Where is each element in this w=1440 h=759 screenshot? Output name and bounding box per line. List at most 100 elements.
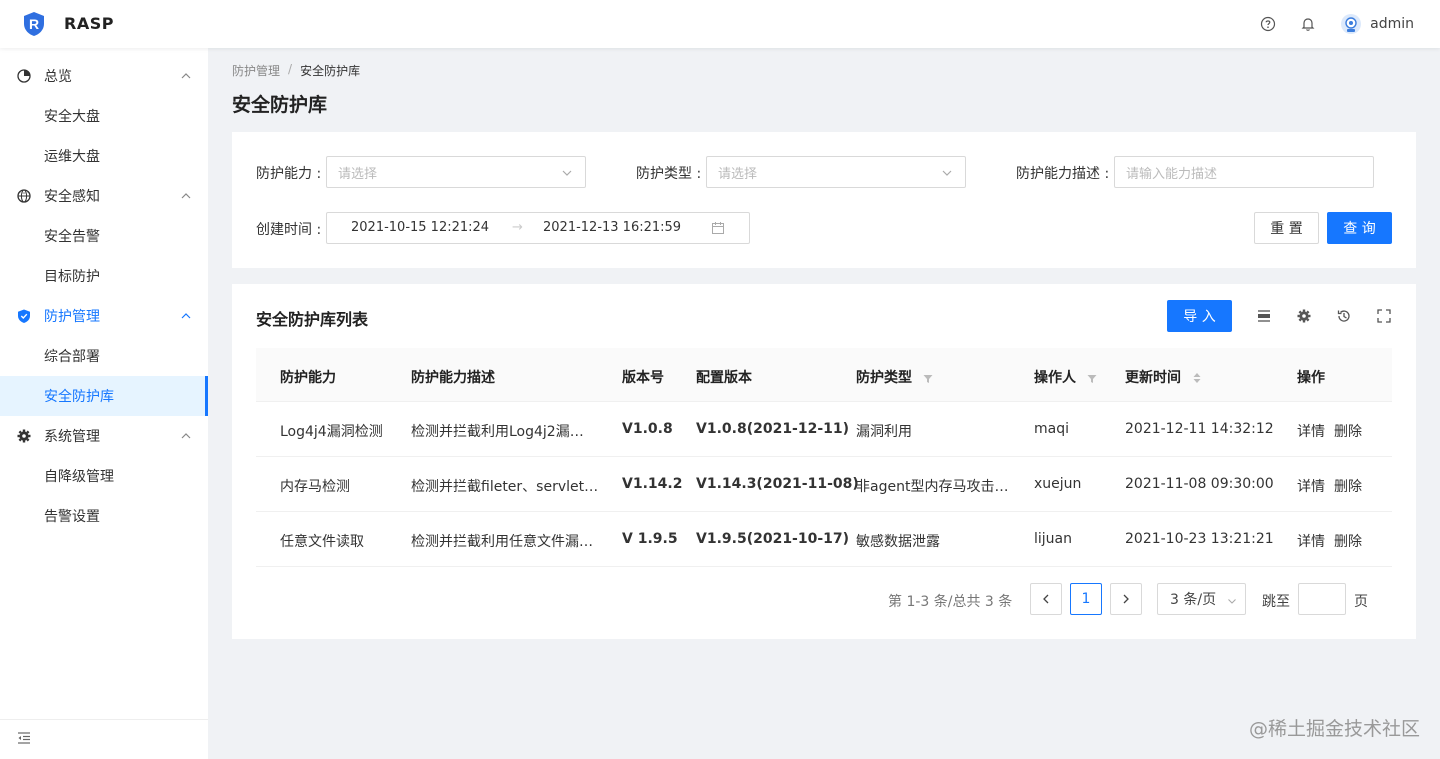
filter-icon[interactable]: [1087, 372, 1097, 384]
type-label: 防护类型 :: [636, 166, 702, 182]
page-size-select[interactable]: 3 条/页: [1157, 583, 1246, 615]
prev-page-button[interactable]: [1030, 583, 1062, 615]
jump-label: 跳至: [1262, 594, 1290, 610]
filter-icon[interactable]: [923, 372, 933, 384]
bell-icon[interactable]: [1300, 16, 1316, 32]
breadcrumb-current: 安全防护库: [300, 64, 361, 78]
svg-text:R: R: [29, 16, 39, 32]
watermark: @稀土掘金技术社区: [1248, 718, 1420, 740]
app-name: RASP: [64, 14, 114, 33]
calendar-icon: [711, 221, 725, 239]
sidebar-item-protection-library[interactable]: 安全防护库: [0, 376, 208, 416]
sidebar-item-security-alerts[interactable]: 安全告警: [0, 216, 208, 256]
next-page-button[interactable]: [1110, 583, 1142, 615]
chevron-up-icon: [180, 70, 192, 82]
sidebar-item-alert-settings[interactable]: 告警设置: [0, 496, 208, 536]
avatar[interactable]: [1340, 13, 1362, 35]
arrow-right-icon: →: [512, 220, 523, 235]
menu-fold-icon[interactable]: [16, 731, 32, 749]
main-content: 防护管理 / 安全防护库 安全防护库 防护能力 : 请选择 防护类型 : 请选择…: [208, 48, 1440, 759]
cell-description: 检测并拦截利用任意文件漏…: [411, 534, 593, 550]
density-icon[interactable]: [1256, 308, 1272, 324]
sidebar-group-label: 安全感知: [44, 189, 100, 205]
sidebar-group-label: 总览: [44, 69, 72, 85]
time-end[interactable]: 2021-12-13 16:21:59: [543, 220, 681, 235]
desc-input[interactable]: 请输入能力描述: [1114, 156, 1374, 188]
cell-type: 非agent型内存马攻击…: [856, 479, 1009, 495]
pagination-summary: 第 1-3 条/总共 3 条: [888, 594, 1013, 610]
cell-type: 敏感数据泄露: [856, 534, 940, 550]
page-size-value: 3 条/页: [1170, 592, 1217, 608]
query-button[interactable]: 查 询: [1327, 212, 1392, 244]
page-suffix: 页: [1354, 594, 1368, 610]
fullscreen-icon[interactable]: [1376, 308, 1392, 324]
reset-button[interactable]: 重 置: [1254, 212, 1319, 244]
col-capability: 防护能力: [280, 370, 336, 386]
protection-table: 防护能力 防护能力描述 版本号 配置版本 防护类型 操作人 更新时间 操作 Lo…: [256, 348, 1392, 567]
sidebar-group-protection[interactable]: 防护管理: [0, 296, 208, 336]
time-label: 创建时间 :: [256, 222, 322, 238]
page-button-current[interactable]: 1: [1070, 583, 1102, 615]
col-version: 版本号: [622, 370, 664, 386]
sidebar-collapse[interactable]: [0, 719, 208, 759]
time-start[interactable]: 2021-10-15 12:21:24: [351, 220, 489, 235]
table-row: 内存马检测 检测并拦截fileter、servlet… V1.14.2 V1.1…: [256, 457, 1392, 512]
help-icon[interactable]: [1260, 16, 1276, 32]
rasp-logo-icon[interactable]: R: [22, 11, 46, 37]
cell-version: V1.14.2: [622, 476, 683, 492]
detail-link[interactable]: 详情: [1297, 476, 1325, 496]
sidebar-item-degrade-management[interactable]: 自降级管理: [0, 456, 208, 496]
chevron-down-icon: [941, 167, 953, 179]
detail-link[interactable]: 详情: [1297, 421, 1325, 441]
sidebar-item-deployment[interactable]: 综合部署: [0, 336, 208, 376]
cell-version: V1.0.8: [622, 421, 673, 437]
sidebar: 总览 安全大盘 运维大盘 安全感知 安全告警 目标防护 防护管理 综合部署 安全…: [0, 48, 208, 759]
jump-page-input[interactable]: [1298, 583, 1346, 615]
cell-updated: 2021-11-08 09:30:00: [1125, 476, 1274, 492]
capability-label: 防护能力 :: [256, 166, 322, 182]
import-button[interactable]: 导 入: [1167, 300, 1232, 332]
delete-link[interactable]: 删除: [1334, 421, 1362, 441]
cell-type: 漏洞利用: [856, 424, 912, 440]
col-config-version: 配置版本: [696, 370, 752, 386]
capability-select[interactable]: 请选择: [326, 156, 586, 188]
detail-link[interactable]: 详情: [1297, 531, 1325, 551]
table-row: Log4j4漏洞检测 检测并拦截利用Log4j2漏… V1.0.8 V1.0.8…: [256, 402, 1392, 457]
desc-label: 防护能力描述 :: [1016, 166, 1110, 182]
sidebar-item-target-protection[interactable]: 目标防护: [0, 256, 208, 296]
sort-icon[interactable]: [1192, 372, 1202, 384]
cell-updated: 2021-12-11 14:32:12: [1125, 421, 1274, 437]
cell-config-version: V1.14.3(2021-11-08): [696, 476, 859, 492]
sidebar-group-system[interactable]: 系统管理: [0, 416, 208, 456]
cell-config-version: V1.0.8(2021-12-11): [696, 421, 850, 437]
globe-icon: [16, 188, 32, 204]
breadcrumb-parent[interactable]: 防护管理: [232, 62, 280, 79]
sidebar-item-ops-dashboard[interactable]: 运维大盘: [0, 136, 208, 176]
col-description: 防护能力描述: [411, 370, 495, 386]
cell-operator: maqi: [1034, 421, 1069, 437]
sidebar-group-awareness[interactable]: 安全感知: [0, 176, 208, 216]
col-updated-label: 更新时间: [1125, 370, 1181, 386]
col-type[interactable]: 防护类型: [856, 367, 933, 387]
username[interactable]: admin: [1370, 16, 1414, 32]
sidebar-group-overview[interactable]: 总览: [0, 56, 208, 96]
pie-chart-icon: [16, 68, 32, 84]
settings-icon[interactable]: [1296, 308, 1312, 324]
col-updated[interactable]: 更新时间: [1125, 367, 1202, 387]
sidebar-group-label: 防护管理: [44, 309, 100, 325]
cell-version: V 1.9.5: [622, 531, 678, 547]
page-title: 安全防护库: [232, 94, 328, 116]
col-actions: 操作: [1297, 370, 1325, 386]
col-type-label: 防护类型: [856, 370, 912, 386]
delete-link[interactable]: 删除: [1334, 531, 1362, 551]
chevron-up-icon: [180, 310, 192, 322]
header-actions: admin: [1236, 0, 1414, 48]
chevron-up-icon: [180, 190, 192, 202]
sidebar-item-security-dashboard[interactable]: 安全大盘: [0, 96, 208, 136]
col-operator[interactable]: 操作人: [1034, 367, 1097, 387]
delete-link[interactable]: 删除: [1334, 476, 1362, 496]
time-range-picker[interactable]: 2021-10-15 12:21:24 → 2021-12-13 16:21:5…: [326, 212, 750, 244]
history-icon[interactable]: [1336, 308, 1352, 324]
type-select[interactable]: 请选择: [706, 156, 966, 188]
table-header: 防护能力 防护能力描述 版本号 配置版本 防护类型 操作人 更新时间 操作: [256, 348, 1392, 402]
